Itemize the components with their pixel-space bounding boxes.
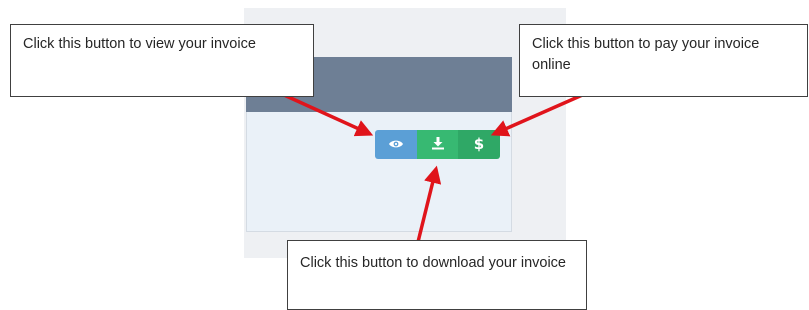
pay-invoice-button[interactable]: $ (458, 130, 500, 159)
download-invoice-callout: Click this button to download your invoi… (287, 240, 587, 310)
eye-icon (388, 135, 404, 154)
pay-invoice-callout: Click this button to pay your invoice on… (519, 24, 808, 97)
view-invoice-callout: Click this button to view your invoice (10, 24, 314, 97)
view-invoice-callout-text: Click this button to view your invoice (23, 36, 256, 52)
pay-invoice-callout-text: Click this button to pay your invoice on… (532, 36, 760, 73)
download-invoice-button[interactable] (417, 130, 458, 159)
download-icon (431, 135, 445, 154)
download-invoice-callout-text: Click this button to download your invoi… (300, 255, 566, 271)
dollar-icon: $ (473, 135, 485, 153)
view-invoice-button[interactable] (375, 130, 417, 159)
